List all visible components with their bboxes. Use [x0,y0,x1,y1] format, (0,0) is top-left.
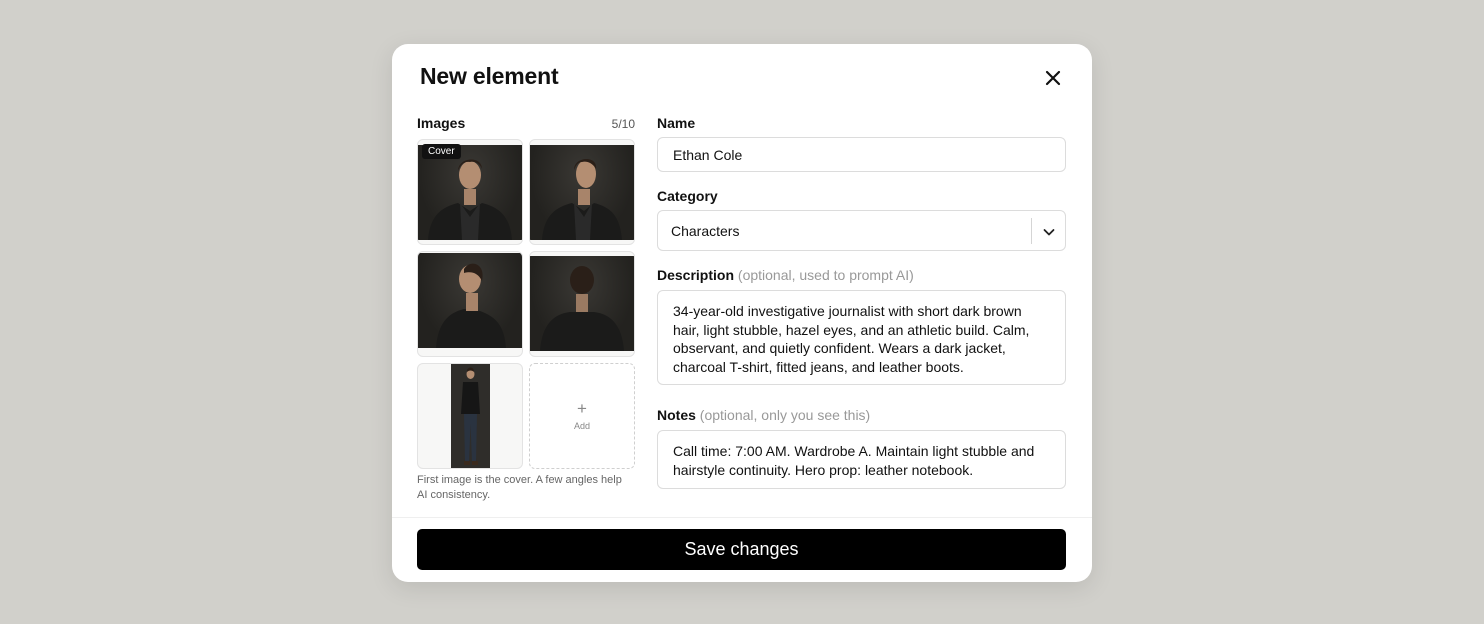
notes-optional-hint: (optional, only you see this) [699,407,871,423]
add-label: Add [573,421,590,431]
category-select[interactable]: Characters [657,210,1066,251]
image-tile-4[interactable] [529,251,635,357]
portrait-front-image [418,145,522,240]
category-selected-value: Characters [671,223,740,239]
select-divider [1031,218,1032,244]
image-tile-5[interactable] [417,363,523,469]
close-button[interactable] [1040,65,1066,91]
plus-icon: + [577,399,587,418]
image-tile-cover[interactable]: Cover [417,139,523,245]
notes-label: Notes (optional, only you see this) [657,407,870,423]
image-tile-2[interactable] [529,139,635,245]
portrait-three-quarter-image [530,145,634,240]
description-optional-hint: (optional, used to prompt AI) [737,267,914,283]
save-changes-button[interactable]: Save changes [417,529,1066,570]
close-icon [1045,70,1061,86]
description-label: Description (optional, used to prompt AI… [657,267,914,283]
images-label: Images [417,115,466,131]
portrait-back-image [530,256,634,351]
add-image-button[interactable]: + Add [529,363,635,469]
cover-badge: Cover [422,144,461,159]
image-grid: Cover + Add [417,139,635,469]
name-label: Name [657,115,696,131]
notes-textarea[interactable]: Call time: 7:00 AM. Wardrobe A. Maintain… [657,430,1066,489]
portrait-profile-image [418,253,522,348]
description-textarea[interactable]: 34-year-old investigative journalist wit… [657,290,1066,385]
full-body-image [451,364,490,468]
notes-label-text: Notes [657,407,696,423]
new-element-dialog: New element Images 5/10 Cover + Add Firs… [392,44,1092,582]
chevron-down-icon [1043,229,1055,236]
dialog-title: New element [420,63,559,89]
images-hint: First image is the cover. A few angles h… [417,474,622,501]
image-tile-3[interactable] [417,251,523,357]
description-label-text: Description [657,267,735,283]
images-count: 5/10 [611,117,635,131]
name-input[interactable]: Ethan Cole [657,137,1066,172]
footer-divider [392,517,1092,518]
category-label: Category [657,188,718,204]
